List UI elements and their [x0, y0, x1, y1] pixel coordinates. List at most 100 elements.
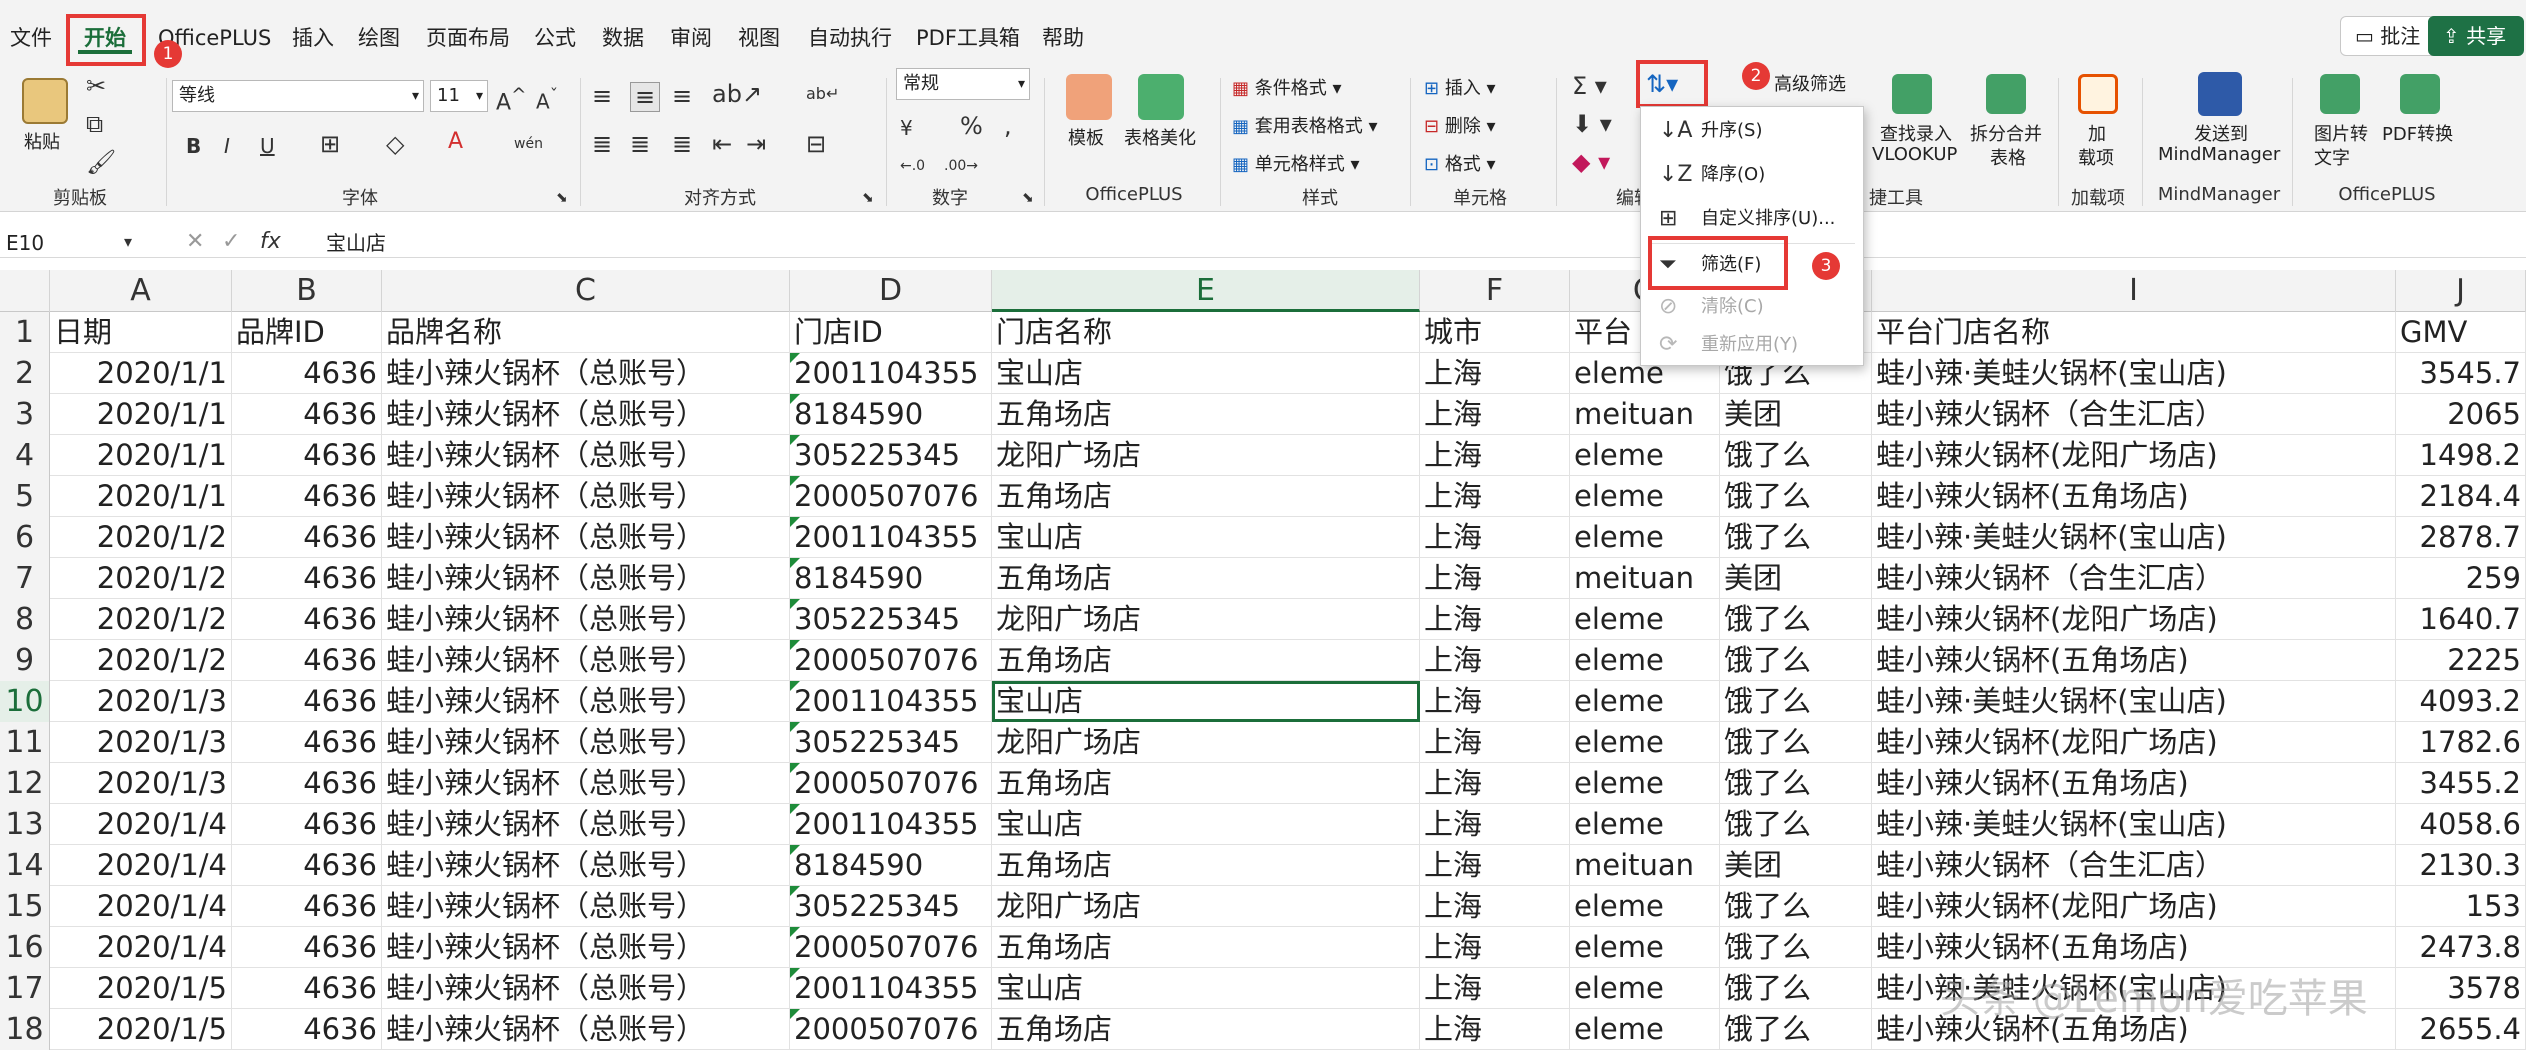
cell-G[interactable]: eleme	[1570, 435, 1720, 476]
increase-indent-icon[interactable]: ⇥	[746, 130, 766, 158]
cell-C[interactable]: 蛙小辣火锅杯（总账号）	[382, 517, 790, 558]
cell-B[interactable]: 4636	[232, 599, 382, 640]
column-title-C[interactable]: 品牌名称	[382, 312, 790, 353]
row-header[interactable]: 9	[0, 640, 50, 681]
cell-J[interactable]: 1640.7	[2396, 599, 2526, 640]
cell-A[interactable]: 2020/1/1	[50, 476, 232, 517]
cell-J[interactable]: 259	[2396, 558, 2526, 599]
cell-B[interactable]: 4636	[232, 927, 382, 968]
cell-B[interactable]: 4636	[232, 394, 382, 435]
cell-H[interactable]: 饿了么	[1720, 640, 1872, 681]
cell-D[interactable]: 2000507076	[790, 640, 992, 681]
cell-I[interactable]: 蛙小辣火锅杯(龙阳广场店)	[1872, 599, 2396, 640]
cell-G[interactable]: meituan	[1570, 845, 1720, 886]
increase-font-icon[interactable]: A^	[496, 82, 526, 117]
cell-H[interactable]: 饿了么	[1720, 927, 1872, 968]
row-header[interactable]: 6	[0, 517, 50, 558]
row-header[interactable]: 4	[0, 435, 50, 476]
cell-F[interactable]: 上海	[1420, 353, 1570, 394]
cell-B[interactable]: 4636	[232, 845, 382, 886]
number-format-combo[interactable]: 常规 ▾	[896, 68, 1030, 100]
cell-F[interactable]: 上海	[1420, 599, 1570, 640]
cell-H[interactable]: 饿了么	[1720, 517, 1872, 558]
cell-E[interactable]: 五角场店	[992, 763, 1420, 804]
tab-file[interactable]: 文件	[4, 22, 58, 54]
menu-item-sort-ascending[interactable]: ↓A 升序(S)	[1641, 111, 1865, 151]
cell-I[interactable]: 蛙小辣火锅杯（合生汇店）	[1872, 558, 2396, 599]
tab-pdf-toolbox[interactable]: PDF工具箱	[910, 22, 1026, 54]
cell-I[interactable]: 蛙小辣·美蛙火锅杯(宝山店)	[1872, 804, 2396, 845]
tab-insert[interactable]: 插入	[286, 22, 340, 54]
cell-I[interactable]: 蛙小辣火锅杯(五角场店)	[1872, 927, 2396, 968]
cell-G[interactable]: meituan	[1570, 394, 1720, 435]
cell-A[interactable]: 2020/1/3	[50, 763, 232, 804]
column-title-A[interactable]: 日期	[50, 312, 232, 353]
column-title-I[interactable]: 平台门店名称	[1872, 312, 2396, 353]
merge-center-icon[interactable]: ⊟	[806, 130, 826, 158]
cell-J[interactable]: 4058.6	[2396, 804, 2526, 845]
cell-C[interactable]: 蛙小辣火锅杯（总账号）	[382, 927, 790, 968]
cell-B[interactable]: 4636	[232, 804, 382, 845]
cell-J[interactable]: 2473.8	[2396, 927, 2526, 968]
row-header[interactable]: 8	[0, 599, 50, 640]
clear-icon[interactable]: ◆ ▾	[1572, 148, 1610, 176]
font-color-icon[interactable]: A	[448, 128, 463, 156]
cell-F[interactable]: 上海	[1420, 763, 1570, 804]
cell-I[interactable]: 蛙小辣·美蛙火锅杯(宝山店)	[1872, 517, 2396, 558]
cell-B[interactable]: 4636	[232, 476, 382, 517]
cell-D[interactable]: 8184590	[790, 845, 992, 886]
cell-E[interactable]: 宝山店	[992, 968, 1420, 1009]
cell-D[interactable]: 2001104355	[790, 681, 992, 722]
cell-H[interactable]: 美团	[1720, 558, 1872, 599]
column-title-B[interactable]: 品牌ID	[232, 312, 382, 353]
cell-E[interactable]: 宝山店	[992, 681, 1420, 722]
format-cells-button[interactable]: ⊡ 格式 ▾	[1424, 150, 1496, 176]
row-header[interactable]: 16	[0, 927, 50, 968]
cell-styles-button[interactable]: ▦ 单元格样式 ▾	[1232, 150, 1360, 176]
mindmanager-icon[interactable]	[2198, 72, 2242, 116]
cell-C[interactable]: 蛙小辣火锅杯（总账号）	[382, 558, 790, 599]
cell-F[interactable]: 上海	[1420, 722, 1570, 763]
border-icon[interactable]: ⊞	[320, 130, 340, 158]
tab-data[interactable]: 数据	[596, 22, 650, 54]
increase-decimal-icon[interactable]: ←.0	[900, 152, 925, 180]
tab-help[interactable]: 帮助	[1036, 22, 1090, 54]
orientation-icon[interactable]: ab↗	[712, 80, 762, 108]
column-title-E[interactable]: 门店名称	[992, 312, 1420, 353]
cell-E[interactable]: 宝山店	[992, 804, 1420, 845]
cell-A[interactable]: 2020/1/4	[50, 927, 232, 968]
row-header[interactable]: 12	[0, 763, 50, 804]
cell-C[interactable]: 蛙小辣火锅杯（总账号）	[382, 886, 790, 927]
cell-B[interactable]: 4636	[232, 435, 382, 476]
cell-E[interactable]: 五角场店	[992, 640, 1420, 681]
share-button[interactable]: ⇪ 共享	[2428, 16, 2524, 56]
cell-D[interactable]: 2001104355	[790, 968, 992, 1009]
cell-E[interactable]: 五角场店	[992, 476, 1420, 517]
vlookup-icon[interactable]	[1892, 74, 1932, 114]
cell-I[interactable]: 蛙小辣·美蛙火锅杯(宝山店)	[1872, 353, 2396, 394]
cell-C[interactable]: 蛙小辣火锅杯（总账号）	[382, 640, 790, 681]
dialog-launcher-icon[interactable]: ⬊	[862, 184, 874, 212]
cell-G[interactable]: eleme	[1570, 599, 1720, 640]
split-merge-label[interactable]: 拆分合并	[1970, 120, 2042, 146]
cell-A[interactable]: 2020/1/4	[50, 804, 232, 845]
row-header[interactable]: 14	[0, 845, 50, 886]
cell-H[interactable]: 饿了么	[1720, 968, 1872, 1009]
cell-C[interactable]: 蛙小辣火锅杯（总账号）	[382, 681, 790, 722]
column-header-A[interactable]: A	[50, 270, 232, 312]
row-header[interactable]: 17	[0, 968, 50, 1009]
cell-E[interactable]: 宝山店	[992, 353, 1420, 394]
cell-A[interactable]: 2020/1/4	[50, 845, 232, 886]
cell-D[interactable]: 305225345	[790, 599, 992, 640]
conditional-format-button[interactable]: ▦ 条件格式 ▾	[1232, 74, 1342, 100]
bold-icon[interactable]: B	[186, 132, 201, 160]
cell-B[interactable]: 4636	[232, 968, 382, 1009]
cell-E[interactable]: 五角场店	[992, 1009, 1420, 1050]
cell-C[interactable]: 蛙小辣火锅杯（总账号）	[382, 763, 790, 804]
cell-J[interactable]: 153	[2396, 886, 2526, 927]
advanced-filter-button[interactable]: 高级筛选	[1774, 70, 1846, 96]
cell-B[interactable]: 4636	[232, 558, 382, 599]
column-title-F[interactable]: 城市	[1420, 312, 1570, 353]
cell-A[interactable]: 2020/1/2	[50, 517, 232, 558]
underline-icon[interactable]: U	[260, 132, 275, 160]
